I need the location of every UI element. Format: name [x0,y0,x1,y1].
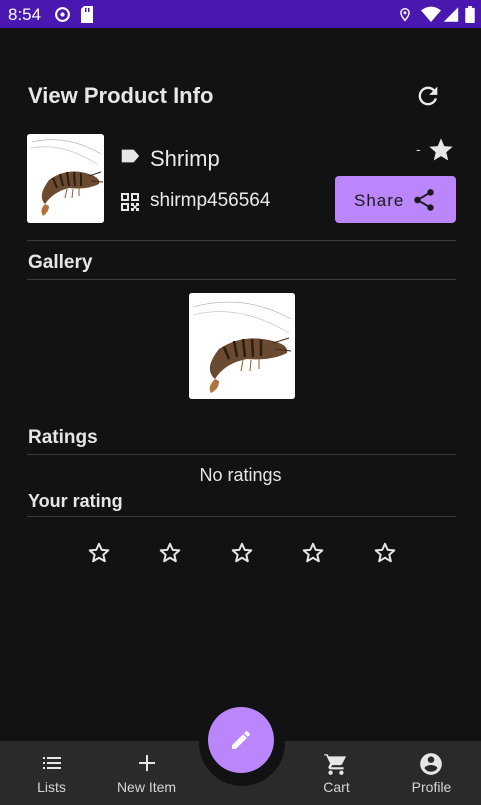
refresh-button[interactable] [414,82,442,110]
page-title: View Product Info [28,83,214,108]
gallery-image[interactable] [189,293,295,399]
list-icon [43,757,61,769]
qr-code-icon [121,193,139,211]
ratings-title: Ratings [28,427,98,448]
shrimp-image [27,134,104,223]
nav-item-cart[interactable]: Cart [289,741,384,805]
rating-star-4[interactable] [300,540,326,566]
divider [27,240,456,241]
product-rating-value: - [416,141,421,157]
sync-icon [55,7,70,22]
divider [27,279,456,280]
share-button[interactable]: Share [335,176,456,223]
shrimp-image [189,293,295,399]
your-rating-title: Your rating [28,491,123,511]
wifi-icon [421,6,441,22]
star-outline-icon [159,542,181,563]
star-outline-icon [302,542,324,563]
nav-label-lists: Lists [37,779,66,795]
star-outline-icon [374,542,396,563]
rating-star-1[interactable] [86,540,112,566]
star-filled-icon [429,138,453,161]
edit-pencil-icon [232,730,251,749]
battery-icon [465,6,475,23]
sd-card-icon [81,6,93,23]
star-outline-icon [88,542,110,563]
gallery-title: Gallery [28,252,93,273]
divider [27,454,456,455]
status-time: 8:54 [8,5,42,24]
divider [27,516,456,517]
no-ratings-text: No ratings [199,465,282,485]
nav-label-cart: Cart [323,779,350,795]
account-circle-icon [420,753,442,775]
label-icon [121,149,140,163]
refresh-icon [418,86,438,106]
favorite-button[interactable] [427,136,455,169]
share-button-label: Share [354,191,405,210]
share-icon [414,189,434,211]
location-icon [400,7,410,22]
product-code: shirmp456564 [150,190,271,211]
edit-fab-button[interactable] [208,707,274,773]
cart-icon [324,753,347,775]
nav-label-new-item: New Item [116,779,177,795]
cellular-signal-icon [443,7,459,22]
nav-item-profile[interactable]: Profile [384,741,479,805]
plus-icon [139,755,155,771]
nav-item-new-item[interactable]: New Item [99,741,194,805]
nav-label-profile: Profile [411,779,452,795]
rating-star-2[interactable] [157,540,183,566]
product-thumbnail[interactable] [27,134,104,223]
status-bar: 8:54 [0,0,481,28]
product-name: Shrimp [150,146,220,171]
rating-star-3[interactable] [229,540,255,566]
nav-item-lists[interactable]: Lists [4,741,99,805]
star-outline-icon [231,542,253,563]
rating-star-5[interactable] [372,540,398,566]
